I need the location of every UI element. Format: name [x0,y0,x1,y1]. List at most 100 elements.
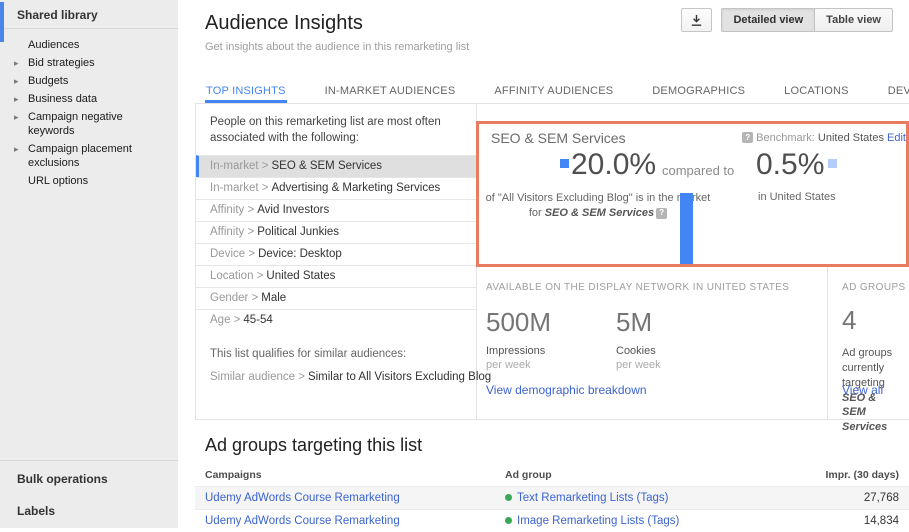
similar-audience-item[interactable]: Similar audience >Similar to All Visitor… [210,371,462,383]
audience-value: SEO & SEM Services [271,160,382,172]
cookies-label: Cookies [616,345,746,357]
tab-affinity-audiences[interactable]: AFFINITY AUDIENCES [493,81,614,103]
campaign-link[interactable]: Udemy AdWords Course Remarketing [205,492,400,504]
disclosure-triangle-icon: ▸ [14,142,19,156]
column-header-ad-group[interactable]: Ad group [505,469,779,481]
cookies-stat: 5M Cookies per week [616,307,746,371]
impressions-label: Impressions [486,345,616,357]
sidebar-item-label: Campaign placement exclusions [28,143,132,169]
ad-group-cell: Text Remarketing Lists (Tags) [505,492,779,504]
cookies-value: 5M [616,307,746,338]
tab-demographics[interactable]: DEMOGRAPHICS [651,81,746,103]
audience-item-advertising-marketing[interactable]: In-market >Advertising & Marketing Servi… [196,177,476,199]
audience-category: Affinity > [210,204,254,216]
availability-stats: 500M Impressions per week 5M Cookies per… [478,293,827,371]
tab-locations[interactable]: LOCATIONS [783,81,850,103]
main-content: Audience Insights Get insights about the… [178,0,909,528]
comparison-bar-chart-primary-bar [680,193,693,267]
audience-item-united-states[interactable]: Location >United States [196,265,476,287]
detailed-view-button[interactable]: Detailed view [721,8,815,32]
disclosure-triangle-icon: ▸ [14,56,19,70]
audience-item-avid-investors[interactable]: Affinity >Avid Investors [196,199,476,221]
insight-card: SEO & SEM Services ?Benchmark: United St… [478,104,909,267]
campaign-link[interactable]: Udemy AdWords Course Remarketing [205,515,400,527]
primary-description-audience: SEO & SEM Services [545,207,654,219]
audience-value: Advertising & Marketing Services [271,182,440,194]
ad-groups-count: 4 [829,293,909,336]
tab-devices[interactable]: DEVICES [887,81,909,103]
page-header: Audience Insights Get insights about the… [178,0,909,80]
audience-item-political-junkies[interactable]: Affinity >Political Junkies [196,221,476,243]
impressions-sublabel: per week [486,359,616,371]
impressions-stat: 500M Impressions per week [486,307,616,371]
view-all-link[interactable]: View all [842,383,883,397]
download-button[interactable] [681,8,712,32]
compared-to-label: compared to [662,163,734,178]
primary-series-swatch [560,159,569,168]
table-row: Udemy AdWords Course Remarketing Text Re… [195,486,909,509]
cookies-sublabel: per week [616,359,746,371]
audience-category: Device > [210,248,255,260]
ad-group-link[interactable]: Text Remarketing Lists (Tags) [517,492,668,504]
column-header-campaigns[interactable]: Campaigns [205,469,505,481]
sidebar-item-url-options[interactable]: URL options [0,172,178,190]
header-actions: Detailed view Table view [681,8,893,32]
ad-groups-header: AD GROUPS [829,267,909,293]
audience-value: Male [261,292,286,304]
ad-groups-table-title: Ad groups targeting this list [195,430,909,466]
audience-value: 45-54 [243,314,272,326]
sidebar-item-label: Bid strategies [28,57,95,69]
table-view-button[interactable]: Table view [814,8,893,32]
primary-percentage: 20.0% [560,148,656,182]
benchmark-series-swatch [828,159,837,168]
sidebar-item-business-data[interactable]: ▸ Business data [0,90,178,108]
audience-item-age-45-54[interactable]: Age >45-54 [196,309,476,331]
sidebar-item-bulk-operations[interactable]: Bulk operations [0,461,178,488]
audience-value: Similar to All Visitors Excluding Blog [308,371,491,383]
campaign-cell: Udemy AdWords Course Remarketing [205,515,505,527]
audience-category: Location > [210,270,263,282]
benchmark-percentage-value: 0.5% [756,148,824,181]
table-header-row: Campaigns Ad group Impr. (30 days) [195,466,909,486]
audience-item-male[interactable]: Gender >Male [196,287,476,309]
audience-category: Similar audience > [210,371,305,383]
benchmark-edit-link[interactable]: Edit [887,132,906,144]
help-icon[interactable]: ? [742,132,753,143]
benchmark-percentage: 0.5% [756,148,837,182]
benchmark-value: United States [818,132,884,144]
sidebar-item-label: Business data [28,93,97,105]
disclosure-triangle-icon: ▸ [14,92,19,106]
audience-value: Device: Desktop [258,248,342,260]
similar-audiences-block: This list qualifies for similar audience… [196,331,476,383]
audience-value: Avid Investors [257,204,329,216]
download-icon [690,14,703,27]
ad-groups-description-audience: SEO & SEM Services [842,392,887,434]
help-icon[interactable]: ? [656,208,667,219]
sidebar-item-campaign-placement-exclusions[interactable]: ▸ Campaign placement exclusions [0,140,178,172]
sidebar-item-audiences[interactable]: Audiences [0,36,178,54]
ad-group-link[interactable]: Image Remarketing Lists (Tags) [517,515,679,527]
primary-description: of "All Visitors Excluding Blog" is in t… [484,191,712,221]
disclosure-triangle-icon: ▸ [14,74,19,88]
detail-lower-section: AVAILABLE ON THE DISPLAY NETWORK IN UNIT… [478,267,909,419]
ad-group-cell: Image Remarketing Lists (Tags) [505,515,779,527]
audience-item-device-desktop[interactable]: Device >Device: Desktop [196,243,476,265]
availability-header: AVAILABLE ON THE DISPLAY NETWORK IN UNIT… [478,267,827,293]
tab-in-market-audiences[interactable]: IN-MARKET AUDIENCES [324,81,457,103]
sidebar-item-labels[interactable]: Labels [0,488,178,528]
audience-list-intro: People on this remarketing list are most… [196,104,476,155]
sidebar-item-label: Audiences [28,39,79,51]
impressions-cell: 14,834 [779,515,899,527]
view-demographic-breakdown-link[interactable]: View demographic breakdown [486,383,647,397]
sidebar-item-bid-strategies[interactable]: ▸ Bid strategies [0,54,178,72]
sidebar: Shared library Audiences ▸Bid strategies… [0,0,178,528]
sidebar-item-budgets[interactable]: ▸Budgets [0,72,178,90]
audience-category: Age > [210,314,240,326]
benchmark-label: Benchmark: [756,132,815,144]
column-header-impressions[interactable]: Impr. (30 days) [779,469,899,481]
campaign-cell: Udemy AdWords Course Remarketing [205,492,505,504]
tab-top-insights[interactable]: TOP INSIGHTS [205,81,287,103]
view-toggle-group: Detailed view Table view [721,8,893,32]
sidebar-item-campaign-negative-keywords[interactable]: ▸Campaign negative keywords [0,108,178,140]
audience-item-seo-sem-services[interactable]: In-market >SEO & SEM Services [196,155,476,177]
